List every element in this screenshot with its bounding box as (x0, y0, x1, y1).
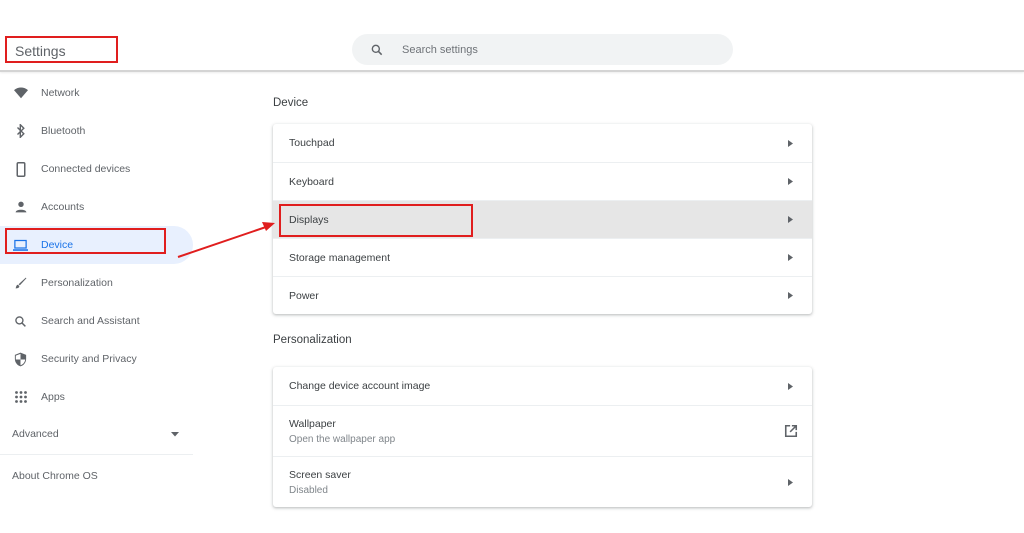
dropdown-arrow-icon (171, 431, 179, 436)
highlight-box (279, 204, 473, 237)
sidebar: Network Bluetooth Connected devices Acco… (0, 74, 200, 497)
row-keyboard[interactable]: Keyboard (273, 162, 812, 200)
sidebar-item-device[interactable]: Device (0, 226, 193, 264)
about-label: About Chrome OS (12, 470, 98, 482)
sidebar-item-label: Accounts (41, 201, 85, 213)
arrow-right-icon (787, 382, 793, 390)
search-input[interactable] (402, 43, 682, 56)
sidebar-item-personalization[interactable]: Personalization (0, 264, 200, 302)
sidebar-item-label: Search and Assistant (41, 315, 140, 327)
sidebar-item-search-and-assistant[interactable]: Search and Assistant (0, 302, 200, 340)
row-label: Touchpad (289, 137, 335, 149)
row-screen-saver[interactable]: Screen saver Disabled (273, 456, 812, 507)
row-sublabel: Disabled (289, 484, 328, 496)
wifi-icon (13, 87, 28, 99)
sidebar-item-bluetooth[interactable]: Bluetooth (0, 112, 200, 150)
row-label: Storage management (289, 251, 390, 264)
section-title-device: Device (273, 97, 309, 109)
personalization-card: Change device account image Wallpaper Op… (273, 367, 812, 507)
arrow-right-icon (787, 216, 793, 223)
advanced-label: Advanced (12, 428, 59, 440)
brush-icon (15, 277, 26, 289)
row-power[interactable]: Power (273, 276, 812, 314)
device-card: Touchpad Keyboard Displays Storage manag… (273, 124, 812, 314)
sidebar-item-apps[interactable]: Apps (0, 378, 200, 416)
row-label: Change device account image (289, 380, 431, 392)
sidebar-item-label: Apps (41, 391, 65, 403)
sidebar-item-label: Security and Privacy (41, 353, 137, 365)
arrow-right-icon (787, 292, 793, 299)
arrow-right-icon (787, 478, 793, 486)
row-touchpad[interactable]: Touchpad (273, 124, 812, 162)
row-label: Power (289, 289, 319, 302)
sidebar-item-accounts[interactable]: Accounts (0, 188, 200, 226)
sidebar-item-label: Bluetooth (41, 125, 86, 137)
sidebar-item-connected-devices[interactable]: Connected devices (0, 150, 200, 188)
apps-grid-icon (14, 391, 27, 403)
sidebar-item-label: Personalization (41, 277, 113, 289)
sidebar-item-label: Connected devices (41, 163, 131, 175)
sidebar-item-security-and-privacy[interactable]: Security and Privacy (0, 340, 200, 378)
shield-icon (14, 352, 27, 366)
about-chrome-os-link[interactable]: About Chrome OS (0, 455, 200, 497)
row-displays[interactable]: Displays (273, 200, 812, 238)
row-storage-management[interactable]: Storage management (273, 238, 812, 276)
row-label: Keyboard (289, 175, 334, 188)
open-external-icon[interactable] (784, 424, 798, 438)
search-icon (371, 44, 383, 55)
search-box[interactable] (352, 34, 733, 65)
search-icon (15, 315, 26, 327)
sidebar-item-label: Network (41, 87, 80, 99)
highlight-box (5, 228, 166, 254)
row-label: Screen saver (289, 468, 351, 481)
row-wallpaper[interactable]: Wallpaper Open the wallpaper app (273, 405, 812, 456)
row-label: Wallpaper (289, 417, 336, 430)
arrow-right-icon (787, 254, 793, 261)
app-title: Settings (5, 36, 118, 63)
phone-icon (16, 161, 25, 177)
bluetooth-icon (16, 124, 25, 138)
person-icon (15, 201, 26, 213)
row-sublabel: Open the wallpaper app (289, 433, 396, 445)
main-content: Device Touchpad Keyboard Displays Storag… (273, 74, 812, 507)
sidebar-item-network[interactable]: Network (0, 74, 200, 112)
header: Settings (0, 0, 1024, 72)
advanced-toggle[interactable]: Advanced (0, 416, 193, 452)
arrow-right-icon (787, 139, 793, 147)
row-change-device-account-image[interactable]: Change device account image (273, 367, 812, 405)
arrow-right-icon (787, 178, 793, 185)
